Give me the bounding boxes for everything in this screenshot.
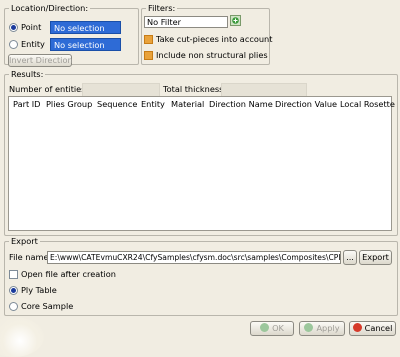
total-thickness-value: [221, 83, 307, 97]
entity-radio[interactable]: [9, 40, 18, 49]
include-non-structural-label: Include non structural plies: [156, 50, 268, 60]
open-after-creation-label: Open file after creation: [21, 269, 116, 279]
include-non-structural-checkbox[interactable]: [144, 51, 153, 60]
core-sample-label: Core Sample: [21, 301, 74, 311]
filter-select-value: No Filter: [147, 17, 182, 27]
ply-table-label: Ply Table: [21, 285, 57, 295]
ok-icon: [260, 323, 270, 332]
filters-legend: Filters:: [148, 3, 176, 13]
number-of-entities-label: Number of entities: [9, 84, 86, 94]
filter-browse-icon[interactable]: [230, 15, 241, 26]
number-of-entities-value: [82, 83, 160, 97]
column-header-local-rosette[interactable]: Local Rosette: [340, 97, 395, 111]
ok-button[interactable]: OK: [250, 321, 294, 336]
apply-button[interactable]: Apply: [299, 321, 345, 336]
column-header-plies-group[interactable]: Plies Group: [46, 97, 92, 111]
column-header-direction-value[interactable]: Direction Value: [275, 97, 337, 111]
results-table-header: Part ID Plies Group Sequence Entity Mate…: [9, 97, 395, 111]
cancel-button-label: Cancel: [364, 323, 393, 333]
cancel-button[interactable]: Cancel: [349, 321, 396, 336]
apply-button-label: Apply: [316, 323, 340, 333]
ply-table-radio[interactable]: [9, 286, 18, 295]
entity-selection-field[interactable]: No selection: [50, 38, 121, 51]
point-label: Point: [21, 22, 42, 32]
column-header-entity[interactable]: Entity: [141, 97, 165, 111]
column-header-material[interactable]: Material: [171, 97, 204, 111]
results-table[interactable]: Part ID Plies Group Sequence Entity Mate…: [8, 96, 395, 231]
results-legend: Results:: [11, 69, 44, 79]
open-after-creation-checkbox[interactable]: [9, 270, 18, 279]
decorative-glow: [0, 317, 44, 357]
column-header-direction-name[interactable]: Direction Name: [209, 97, 273, 111]
ok-button-label: OK: [272, 323, 284, 333]
column-header-sequence[interactable]: Sequence: [97, 97, 137, 111]
take-cut-pieces-label: Take cut-pieces into account: [156, 34, 273, 44]
export-legend: Export: [11, 236, 38, 246]
total-thickness-label: Total thickness: [163, 84, 224, 94]
take-cut-pieces-checkbox[interactable]: [144, 35, 153, 44]
location-direction-legend: Location/Direction:: [11, 3, 89, 13]
composites-core-sample-dialog: { "location": { "legend": "Location/Dire…: [0, 0, 400, 357]
entity-label: Entity: [21, 39, 45, 49]
file-path-value: E:\www\CATEvmuCXR24\CfySamples\cfysm.doc…: [50, 253, 341, 262]
export-button[interactable]: Export: [359, 250, 392, 265]
point-selection-field[interactable]: No selection: [50, 21, 121, 34]
cancel-icon: [352, 323, 362, 332]
filter-select[interactable]: No Filter: [144, 16, 228, 28]
file-name-label: File name: [9, 252, 49, 262]
core-sample-radio[interactable]: [9, 302, 18, 311]
column-header-part-id[interactable]: Part ID: [13, 97, 40, 111]
browse-button[interactable]: ...: [343, 250, 357, 265]
file-path-input[interactable]: E:\www\CATEvmuCXR24\CfySamples\cfysm.doc…: [47, 251, 341, 264]
apply-icon: [304, 323, 314, 332]
invert-direction-button[interactable]: Invert Direction: [8, 54, 73, 67]
point-radio[interactable]: [9, 23, 18, 32]
